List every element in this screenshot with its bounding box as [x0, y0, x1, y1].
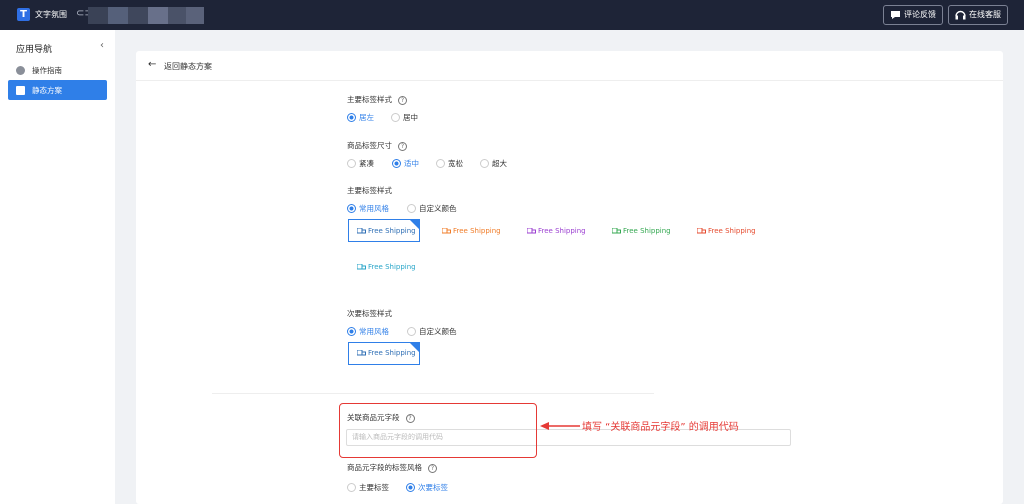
headset-icon: [955, 10, 966, 20]
annotation-text: 填写 “关联商品元字段” 的调用代码: [582, 422, 739, 433]
top-bar: T 文字氛围 ⊂⊃ 评论反馈 在线客服: [0, 0, 1024, 30]
tag-text: Free Shipping: [538, 227, 586, 235]
truck-icon: [442, 228, 451, 234]
meta-style-label: 商品元字段的标签风格?: [347, 462, 437, 473]
radio-custom-color-secondary[interactable]: 自定义颜色: [407, 326, 457, 337]
field-label: 主要标签样式: [347, 95, 392, 104]
preset-free-shipping-tag[interactable]: Free Shipping: [357, 263, 416, 271]
radio-primary-tag[interactable]: 主要标签: [347, 482, 389, 493]
truck-icon: [612, 228, 621, 234]
radio-preset-style-secondary[interactable]: 常用风格: [347, 326, 389, 337]
radio-left[interactable]: 居左: [347, 112, 374, 123]
app-logo: T: [17, 8, 30, 21]
radio-custom-color[interactable]: 自定义颜色: [407, 203, 457, 214]
sidebar-title: 应用导航: [16, 45, 53, 55]
radio-secondary-tag[interactable]: 次要标签: [406, 482, 448, 493]
field-label: 商品元字段的标签风格: [347, 463, 422, 472]
radio-medium[interactable]: 适中: [392, 158, 419, 169]
field-label: 商品标签尺寸: [347, 141, 392, 150]
card-header: ← 返回静态方案: [136, 51, 1003, 81]
chat-icon: [891, 11, 900, 19]
preset-free-shipping-tag[interactable]: Free Shipping: [442, 227, 501, 235]
primary-position-label: 主要标签样式?: [347, 94, 407, 105]
annotation-arrow-icon: [540, 422, 580, 430]
radio-preset-style[interactable]: 常用风格: [347, 203, 389, 214]
back-link[interactable]: 返回静态方案: [164, 61, 212, 72]
feedback-button[interactable]: 评论反馈: [883, 5, 943, 25]
sidebar: 应用导航 ‹ 操作指南 静态方案: [0, 30, 115, 504]
preset-free-shipping-tag[interactable]: Free Shipping: [612, 227, 671, 235]
help-icon[interactable]: ?: [428, 463, 437, 473]
sidebar-item-label: 操作指南: [32, 66, 62, 75]
preset-free-shipping-tag[interactable]: Free Shipping: [697, 227, 756, 235]
tag-size-label: 商品标签尺寸?: [347, 140, 407, 151]
radio-extra-large[interactable]: 超大: [480, 158, 507, 169]
truck-icon: [527, 228, 536, 234]
collapse-sidebar-icon[interactable]: ‹: [100, 40, 104, 51]
back-arrow-icon[interactable]: ←: [148, 59, 156, 70]
sidebar-item-static-plan[interactable]: 静态方案: [8, 80, 107, 100]
sidebar-item-label: 静态方案: [32, 86, 62, 95]
service-label: 在线客服: [969, 10, 1001, 19]
help-icon[interactable]: ?: [398, 95, 407, 105]
truck-icon: [357, 350, 366, 356]
tag-text: Free Shipping: [623, 227, 671, 235]
truck-icon: [357, 264, 366, 270]
tag-text: Free Shipping: [708, 227, 756, 235]
online-service-button[interactable]: 在线客服: [948, 5, 1008, 25]
radio-compact[interactable]: 紧凑: [347, 158, 374, 169]
primary-style-label: 主要标签样式: [347, 186, 392, 195]
tag-text: Free Shipping: [368, 263, 416, 271]
feedback-label: 评论反馈: [904, 10, 936, 19]
preset-free-shipping-tag[interactable]: Free Shipping: [357, 227, 416, 235]
truck-icon: [357, 228, 366, 234]
secondary-free-shipping-tag: Free Shipping: [357, 349, 416, 357]
radio-center[interactable]: 居中: [391, 112, 418, 123]
help-icon[interactable]: ?: [398, 141, 407, 151]
annotation-highlight-box: [339, 403, 537, 458]
app-name: 文字氛围: [35, 10, 67, 19]
document-icon: [16, 86, 25, 95]
compass-icon: [16, 66, 25, 75]
tag-text: Free Shipping: [368, 349, 416, 357]
radio-loose[interactable]: 宽松: [436, 158, 463, 169]
preset-free-shipping-tag[interactable]: Free Shipping: [527, 227, 586, 235]
truck-icon: [697, 228, 706, 234]
tag-text: Free Shipping: [368, 227, 416, 235]
divider: [212, 393, 654, 394]
secondary-style-label: 次要标签样式: [347, 309, 392, 318]
sidebar-item-guide[interactable]: 操作指南: [8, 60, 107, 80]
tag-text: Free Shipping: [453, 227, 501, 235]
